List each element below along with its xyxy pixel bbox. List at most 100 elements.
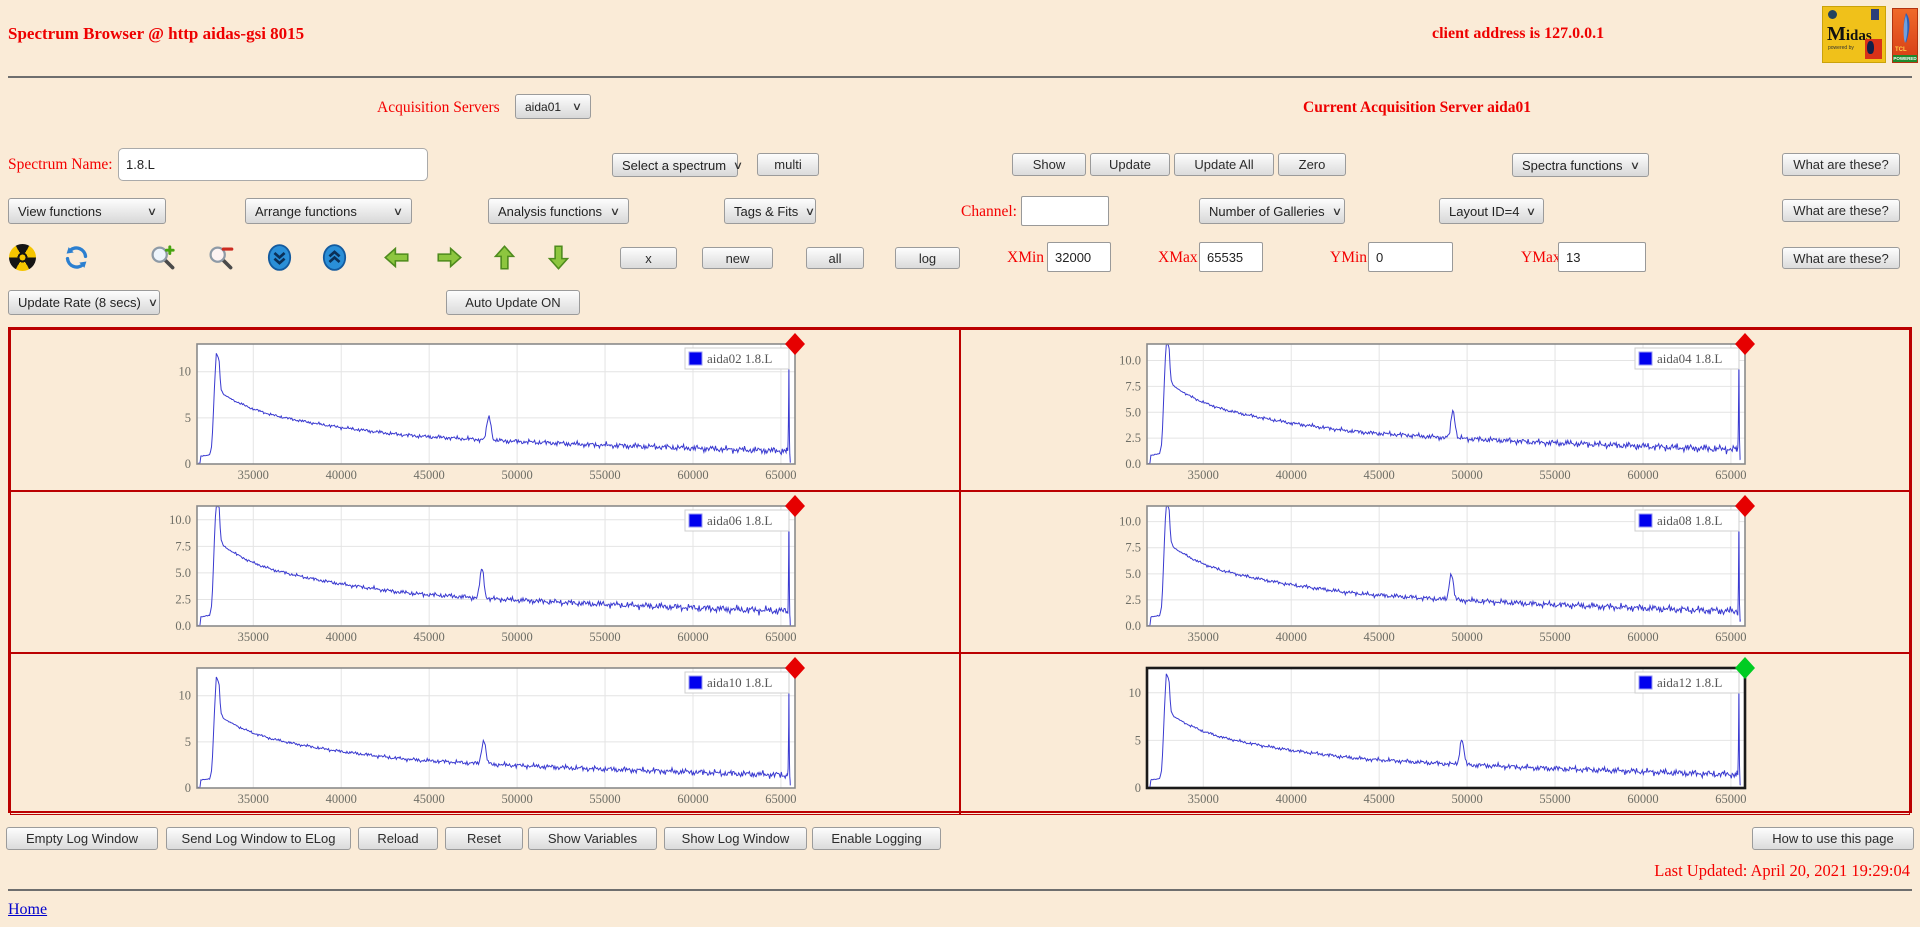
svg-text:aida12 1.8.L: aida12 1.8.L	[1657, 675, 1722, 690]
new-button[interactable]: new	[702, 247, 773, 269]
svg-text:2.5: 2.5	[175, 592, 191, 606]
enable-logging-button[interactable]: Enable Logging	[812, 827, 941, 850]
expand-vertical-icon[interactable]	[321, 244, 348, 271]
svg-text:55000: 55000	[589, 792, 620, 806]
layout-id-dropdown[interactable]: Layout ID=4 ∨	[1439, 198, 1544, 224]
svg-text:2.5: 2.5	[1125, 593, 1141, 607]
svg-text:45000: 45000	[1364, 792, 1395, 806]
zoom-in-icon[interactable]	[149, 244, 176, 271]
select-spectrum-dropdown[interactable]: Select a spectrum ∨	[612, 153, 738, 177]
spectrum-name-label: Spectrum Name:	[8, 156, 113, 174]
update-all-button[interactable]: Update All	[1174, 153, 1274, 176]
show-log-window-button[interactable]: Show Log Window	[664, 827, 807, 850]
svg-text:7.5: 7.5	[175, 539, 191, 553]
arrow-right-icon[interactable]	[436, 244, 463, 271]
svg-text:10: 10	[1129, 686, 1142, 700]
gallery-cell-aida04[interactable]: 350004000045000500005500060000650000.02.…	[960, 329, 1910, 491]
x-scale-button[interactable]: x	[620, 247, 677, 269]
svg-text:35000: 35000	[238, 630, 269, 644]
svg-text:60000: 60000	[1627, 630, 1658, 644]
gallery-cell-aida08[interactable]: 350004000045000500005500060000650000.02.…	[960, 491, 1910, 653]
acquisition-server-select[interactable]: aida01 ∨	[515, 94, 591, 119]
svg-text:50000: 50000	[501, 792, 532, 806]
what-are-these-button-1[interactable]: What are these?	[1782, 153, 1900, 176]
gallery-cell-aida06[interactable]: 350004000045000500005500060000650000.02.…	[10, 491, 960, 653]
arrow-left-icon[interactable]	[383, 244, 410, 271]
view-functions-label: View functions	[18, 204, 102, 219]
all-button[interactable]: all	[806, 247, 864, 269]
svg-text:5.0: 5.0	[1125, 405, 1141, 419]
svg-text:aida10 1.8.L: aida10 1.8.L	[707, 675, 772, 690]
xmin-input[interactable]	[1047, 242, 1111, 272]
update-rate-label: Update Rate (8 secs)	[18, 295, 141, 310]
show-variables-button[interactable]: Show Variables	[528, 827, 657, 850]
multi-button[interactable]: multi	[757, 153, 819, 176]
header-divider	[8, 76, 1912, 78]
what-are-these-button-3[interactable]: What are these?	[1782, 247, 1900, 269]
spectrum-name-input[interactable]	[118, 148, 428, 181]
svg-text:50000: 50000	[1451, 792, 1482, 806]
arrow-up-icon[interactable]	[491, 244, 518, 271]
gallery-cell-aida10[interactable]: 350004000045000500005500060000650000510a…	[10, 653, 960, 815]
collapse-vertical-icon[interactable]	[266, 244, 293, 271]
auto-update-button[interactable]: Auto Update ON	[446, 290, 580, 315]
number-of-galleries-label: Number of Galleries	[1209, 204, 1325, 219]
svg-text:45000: 45000	[414, 792, 445, 806]
empty-log-window-button[interactable]: Empty Log Window	[6, 827, 158, 850]
channel-label: Channel:	[961, 203, 1017, 221]
update-rate-dropdown[interactable]: Update Rate (8 secs) ∨	[8, 290, 160, 315]
acquisition-servers-label: Acquisition Servers	[377, 99, 500, 117]
update-button[interactable]: Update	[1090, 153, 1170, 176]
tags-fits-label: Tags & Fits	[734, 204, 798, 219]
xmax-input[interactable]	[1199, 242, 1263, 272]
svg-text:aida06 1.8.L: aida06 1.8.L	[707, 513, 772, 528]
channel-input[interactable]	[1021, 196, 1109, 226]
chevron-down-icon: ∨	[733, 159, 743, 172]
analysis-functions-dropdown[interactable]: Analysis functions ∨	[488, 198, 629, 224]
show-button[interactable]: Show	[1012, 153, 1086, 176]
ymax-input[interactable]	[1558, 242, 1646, 272]
log-button[interactable]: log	[895, 247, 960, 269]
arrange-functions-dropdown[interactable]: Arrange functions ∨	[245, 198, 412, 224]
spectrum-chart-aida06: 350004000045000500005500060000650000.02.…	[155, 494, 815, 652]
svg-text:60000: 60000	[1627, 468, 1658, 482]
send-log-to-elog-button[interactable]: Send Log Window to ELog	[166, 827, 351, 850]
radiation-icon[interactable]	[9, 244, 36, 271]
svg-text:40000: 40000	[1276, 792, 1307, 806]
reset-button[interactable]: Reset	[445, 827, 523, 850]
analysis-functions-label: Analysis functions	[498, 204, 602, 219]
svg-text:aida08 1.8.L: aida08 1.8.L	[1657, 513, 1722, 528]
svg-text:2.5: 2.5	[1125, 431, 1141, 445]
gallery-cell-aida12[interactable]: 350004000045000500005500060000650000510a…	[960, 653, 1910, 815]
spectra-functions-dropdown[interactable]: Spectra functions ∨	[1512, 153, 1649, 177]
arrow-down-icon[interactable]	[545, 244, 572, 271]
midas-powered-by-text: powered by	[1828, 45, 1854, 51]
svg-text:50000: 50000	[501, 630, 532, 644]
ymin-input[interactable]	[1368, 242, 1453, 272]
page-title: Spectrum Browser @ http aidas-gsi 8015	[8, 24, 304, 44]
svg-text:0: 0	[1135, 781, 1141, 795]
how-to-use-button[interactable]: How to use this page	[1752, 827, 1914, 850]
spectrum-chart-aida10: 350004000045000500005500060000650000510a…	[155, 656, 815, 814]
view-functions-dropdown[interactable]: View functions ∨	[8, 198, 166, 224]
refresh-icon[interactable]	[63, 244, 90, 271]
spectra-gallery-grid: 350004000045000500005500060000650000510a…	[8, 327, 1912, 813]
chevron-down-icon: ∨	[805, 205, 815, 218]
tags-fits-dropdown[interactable]: Tags & Fits ∨	[724, 198, 816, 224]
svg-text:45000: 45000	[1364, 468, 1395, 482]
svg-text:5: 5	[1135, 733, 1141, 747]
midas-logo[interactable]: MMidasidas powered by	[1822, 6, 1886, 63]
zoom-out-icon[interactable]	[207, 244, 234, 271]
svg-text:45000: 45000	[414, 468, 445, 482]
number-of-galleries-dropdown[interactable]: Number of Galleries ∨	[1199, 198, 1345, 224]
svg-text:10: 10	[179, 689, 192, 703]
last-updated-text: Last Updated: April 20, 2021 19:29:04	[1654, 861, 1910, 881]
reload-button[interactable]: Reload	[358, 827, 438, 850]
svg-text:10: 10	[179, 365, 192, 379]
gallery-cell-aida02[interactable]: 350004000045000500005500060000650000510a…	[10, 329, 960, 491]
tcl-powered-logo[interactable]: TCL POWERED	[1892, 8, 1918, 63]
what-are-these-button-2[interactable]: What are these?	[1782, 199, 1900, 222]
home-link[interactable]: Home	[8, 901, 47, 919]
zero-button[interactable]: Zero	[1278, 153, 1346, 176]
svg-text:60000: 60000	[1627, 792, 1658, 806]
